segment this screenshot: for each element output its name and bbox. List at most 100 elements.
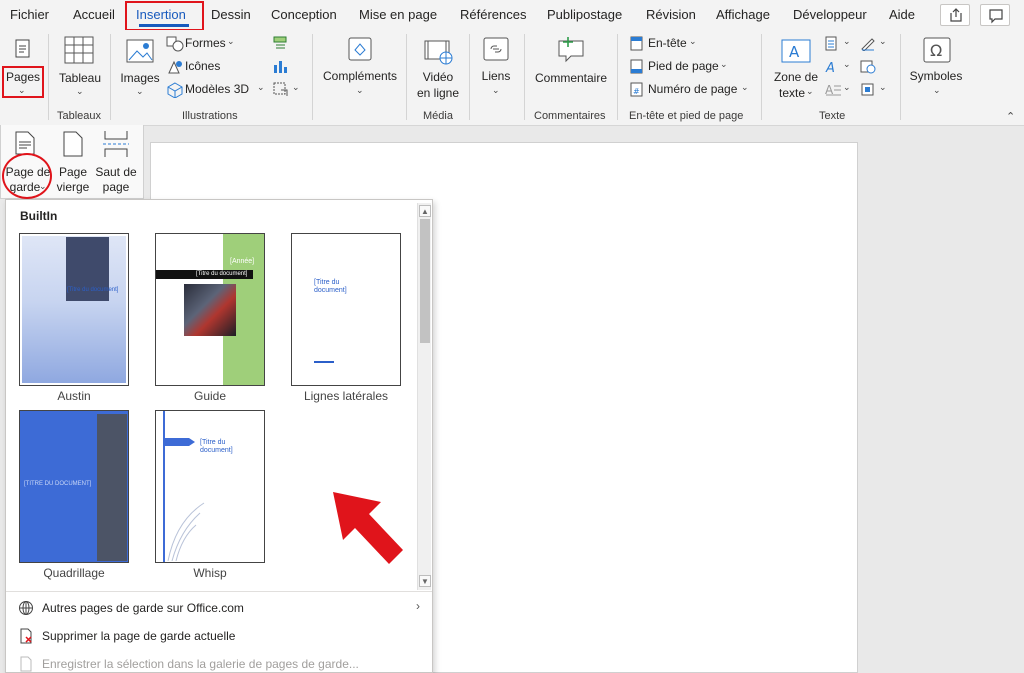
chevron-down-icon: ⌄ [843,59,851,69]
blank-page-icon [61,130,85,161]
cover-thumb-austin[interactable]: [Titre du document] [19,233,129,386]
textbox-icon: A [780,38,812,67]
liens-button[interactable]: Liens [474,69,518,84]
collapse-ribbon-icon[interactable]: ⌃ [1006,110,1015,123]
tab-developpeur[interactable]: Développeur [793,7,867,22]
chevron-down-icon: ⌄ [292,82,300,92]
cover-label-whisp: Whisp [193,566,227,580]
video-en-ligne-label-2[interactable]: en ligne [412,86,464,101]
icons-icon [166,59,184,78]
menu-item-remove-cover[interactable]: Supprimer la page de garde actuelle [42,629,235,643]
omega-icon: Ω [922,36,952,67]
quadrillage-title: [TITRE DU DOCUMENT] [24,481,92,487]
share-icon [950,8,962,22]
page-de-garde-highlight-circle [2,153,52,199]
lignes-title: [Titre du document] [314,279,347,294]
scroll-down-icon[interactable]: ▼ [419,575,431,587]
tab-affichage[interactable]: Affichage [716,7,770,22]
cover-label-austin: Austin [57,389,91,403]
group-label-en-tete: En-tête et pied de page [629,110,744,122]
group-label-texte: Texte [819,110,846,122]
svg-text:#: # [633,87,640,96]
tab-mise-en-page[interactable]: Mise en page [359,7,437,22]
pied-de-page-button[interactable]: Pied de page [648,59,719,74]
tab-publipostage[interactable]: Publipostage [547,7,622,22]
video-en-ligne-label-1[interactable]: Vidéo [412,70,464,85]
guide-train-image [184,284,236,336]
chevron-down-icon: ⌄ [879,36,887,46]
complements-button[interactable]: Compléments [318,69,402,84]
austin-title: [Titre du document] [67,287,119,293]
tab-accueil[interactable]: Accueil [73,7,115,22]
comments-button[interactable] [980,4,1010,26]
insertion-highlight-box [125,1,204,31]
addins-icon [347,36,373,65]
new-comment-icon [556,35,586,66]
cover-label-lignes-laterales: Lignes latérales [303,389,389,403]
chevron-down-icon: ⌄ [227,36,235,46]
tab-aide[interactable]: Aide [889,7,915,22]
chevron-down-icon: ⌄ [741,82,749,92]
numero-de-page-button[interactable]: Numéro de page [648,82,737,97]
en-tete-button[interactable]: En-tête [648,36,687,51]
whisp-curves [167,502,205,561]
pages-highlight-box [2,66,44,98]
cover-thumb-guide[interactable]: [Année] [Titre du document] [155,233,265,386]
scroll-up-icon[interactable]: ▲ [419,205,431,217]
menu-item-more-covers[interactable]: Autres pages de garde sur Office.com [42,601,244,615]
icones-button[interactable]: Icônes [185,59,220,74]
cover-thumb-quadrillage[interactable]: [TITRE DU DOCUMENT] [19,410,129,563]
svg-text:Ω: Ω [930,41,942,60]
commentaire-button[interactable]: Commentaire [530,71,612,86]
saut-de-page-label-2[interactable]: page [93,180,139,195]
object-icon [860,82,876,100]
zone-de-texte-label-1[interactable]: Zone de [770,70,822,85]
gallery-scrollbar[interactable]: ▲ ▼ [417,203,431,590]
page-number-icon: # [630,82,644,100]
svg-text:A: A [825,61,835,74]
share-button[interactable] [940,4,970,26]
tab-dessin[interactable]: Dessin [211,7,251,22]
chevron-down-icon: ⌄ [806,86,814,96]
chart-icon [272,58,288,77]
tab-conception[interactable]: Conception [271,7,337,22]
group-label-tableaux: Tableaux [57,110,102,122]
globe-icon [18,600,34,619]
tab-references[interactable]: Références [460,7,526,22]
chevron-down-icon: ⌄ [843,82,851,92]
quick-parts-icon [824,36,840,54]
tab-revision[interactable]: Révision [646,7,696,22]
formes-button[interactable]: Formes [185,36,226,51]
saut-de-page-label-1[interactable]: Saut de [93,165,139,180]
comment-icon [989,9,1003,24]
tab-fichier[interactable]: Fichier [10,7,49,22]
page-vierge-label-1[interactable]: Page [55,165,91,180]
cover-thumb-lignes-laterales[interactable]: [Titre du document] [291,233,401,386]
image-icon [125,38,155,67]
tableau-button[interactable]: Tableau [56,71,104,86]
whisp-line [163,411,165,562]
save-to-gallery-icon [18,656,34,673]
scroll-thumb[interactable] [420,219,430,343]
quadrillage-sidebar [97,414,127,561]
table-icon [63,35,95,68]
images-button[interactable]: Images [117,71,163,86]
page-vierge-label-2[interactable]: vierge [55,180,91,195]
group-label-illustrations: Illustrations [182,110,238,122]
modeles-3d-button[interactable]: Modèles 3D [185,82,249,97]
whisp-tag [165,438,195,446]
wordart-icon: A [824,59,840,77]
chevron-right-icon: › [416,599,420,613]
footer-icon [630,59,644,77]
chevron-down-icon: ⌄ [356,85,364,95]
cover-thumb-whisp[interactable]: [Titre du document] [155,410,265,563]
symboles-button[interactable]: Symboles [904,69,968,84]
page-break-icon [101,129,131,162]
guide-title: [Titre du document] [196,271,248,277]
chevron-down-icon: ⌄ [136,86,144,96]
guide-year: [Année] [230,258,255,265]
date-time-icon [860,59,876,77]
chevron-down-icon: ⌄ [879,82,887,92]
cover-page-gallery: BuiltIn [Titre du document] Austin [Anné… [5,199,433,673]
3d-models-icon [166,82,184,101]
